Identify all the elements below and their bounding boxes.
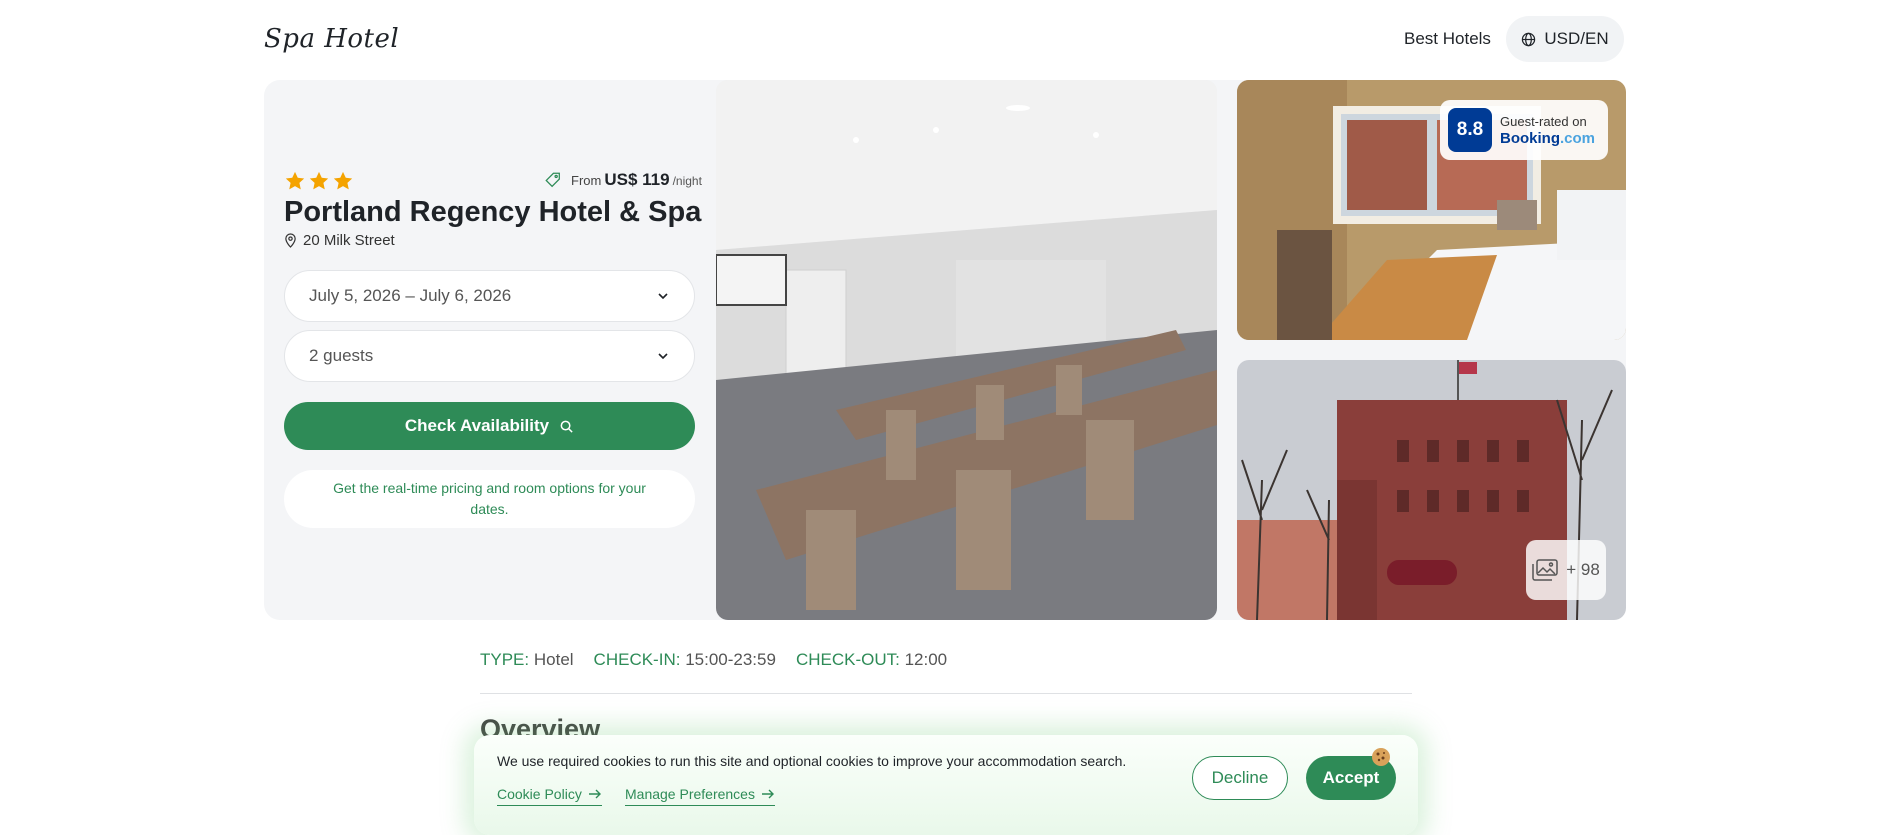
meeting-room-photo[interactable] (716, 80, 1217, 620)
rating-label: Guest-rated on (1500, 114, 1587, 129)
hotel-facts: TYPE: Hotel CHECK-IN: 15:00-23:59 CHECK-… (480, 650, 947, 670)
pricing-info-note: Get the real-time pricing and room optio… (284, 470, 695, 528)
booking-name: Booking (1500, 130, 1560, 147)
booking-suffix: .com (1560, 130, 1596, 147)
cookie-icon (1372, 748, 1390, 766)
price-unit: /night (672, 174, 702, 188)
cookie-message: We use required cookies to run this site… (497, 753, 1127, 769)
fact-check-out: CHECK-OUT: 12:00 (796, 650, 947, 670)
section-divider (480, 693, 1412, 694)
more-photos-count: + 98 (1566, 560, 1600, 579)
star-icon (285, 171, 305, 190)
date-range-value: July 5, 2026 – July 6, 2026 (309, 286, 512, 305)
rating-score: 8.8 (1448, 108, 1492, 152)
site-logo[interactable]: Spa Hotel (264, 24, 399, 54)
chevron-down-icon (658, 293, 668, 300)
check-availability-label: Check Availability (404, 416, 550, 435)
arrow-right-icon (588, 789, 601, 799)
rating-source: Guest-rated on Booking.com (1500, 113, 1595, 147)
decline-cookies-button[interactable]: Decline (1192, 756, 1288, 800)
currency-language-button[interactable]: USD/EN (1506, 16, 1624, 62)
price-from-label: From (571, 173, 602, 188)
gallery-icon (1532, 559, 1558, 581)
search-icon (560, 420, 573, 433)
check-availability-button[interactable]: Check Availability (284, 402, 695, 450)
fact-label: TYPE: (480, 650, 530, 669)
fact-value: Hotel (533, 650, 574, 669)
fact-type: TYPE: Hotel (480, 650, 574, 670)
guests-select[interactable]: 2 guests (284, 330, 695, 382)
hotel-name: Portland Regency Hotel & Spa (284, 196, 702, 228)
fact-label: CHECK-OUT: (795, 650, 900, 669)
booking-rating-badge: 8.8 Guest-rated on Booking.com (1440, 100, 1608, 160)
cookie-policy-label: Cookie Policy (497, 786, 582, 802)
manage-preferences-label: Manage Preferences (625, 786, 755, 802)
fact-value: 15:00-23:59 (685, 650, 776, 669)
best-hotels-link[interactable]: Best Hotels (1404, 29, 1491, 49)
star-icon (333, 171, 353, 190)
more-photos-button[interactable]: + 98 (1526, 540, 1606, 600)
price-amount: US$ 119 (604, 170, 670, 189)
star-rating (284, 170, 354, 192)
hotel-address: 20 Milk Street (284, 232, 395, 249)
map-pin-icon (285, 233, 296, 248)
manage-preferences-link[interactable]: Manage Preferences (625, 786, 775, 806)
fact-check-in: CHECK-IN: 15:00-23:59 (594, 650, 776, 670)
fact-label: CHECK-IN: (593, 650, 681, 669)
star-icon (309, 171, 329, 190)
chevron-down-icon (658, 353, 668, 360)
globe-icon (1522, 32, 1536, 46)
price-tag-icon (545, 172, 560, 188)
address-text: 20 Milk Street (303, 232, 395, 249)
fact-value: 12:00 (904, 650, 948, 669)
booking-logo: Booking.com (1500, 130, 1595, 147)
arrow-right-icon (761, 789, 774, 799)
price-from: From US$ 119 /night (544, 170, 702, 190)
cookie-policy-link[interactable]: Cookie Policy (497, 786, 602, 806)
guests-value: 2 guests (309, 346, 374, 365)
currency-label: USD/EN (1544, 29, 1609, 48)
date-range-select[interactable]: July 5, 2026 – July 6, 2026 (284, 270, 695, 322)
